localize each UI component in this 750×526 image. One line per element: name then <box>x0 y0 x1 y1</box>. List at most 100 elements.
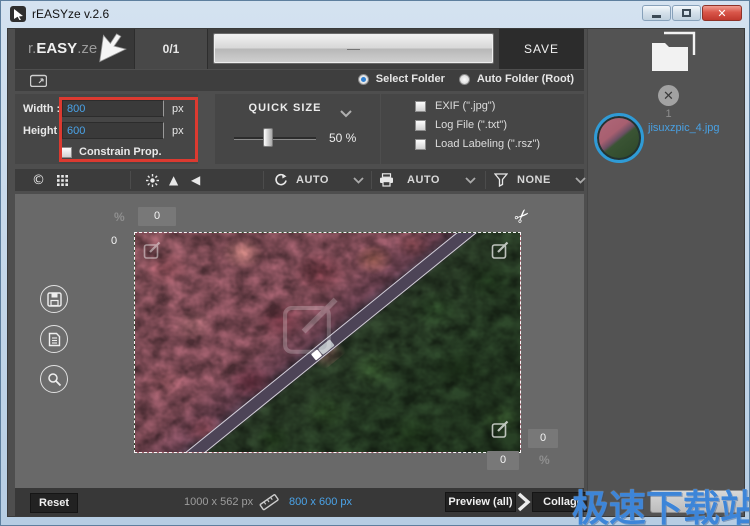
save-single-button[interactable] <box>40 285 68 313</box>
quick-size-dropdown[interactable]: QUICK SIZE <box>215 102 355 114</box>
collage-button[interactable]: Collage <box>532 492 594 512</box>
filter-mode-dropdown[interactable]: NONE <box>517 169 551 191</box>
original-size-label: 1000 x 562 px <box>184 496 253 508</box>
radio-auto-folder[interactable]: Auto Folder (Root) <box>459 73 574 85</box>
ruler-icon <box>258 493 280 516</box>
toolbar-divider <box>263 171 264 189</box>
app-icon <box>10 6 26 22</box>
maximize-icon <box>682 9 691 17</box>
edit-corner-topright-icon[interactable] <box>491 241 510 265</box>
output-button[interactable] <box>379 169 394 191</box>
constrain-checkbox[interactable]: Constrain Prop. <box>61 146 162 158</box>
radio-auto-folder-label: Auto Folder (Root) <box>477 73 574 85</box>
grid-icon <box>57 175 68 186</box>
folder-small-icon[interactable] <box>30 74 47 92</box>
progress-counter: 0/1 <box>134 29 208 69</box>
minimize-button[interactable] <box>642 5 671 21</box>
toolbar-divider <box>130 171 131 189</box>
toolbar-divider <box>371 171 372 189</box>
funnel-icon <box>494 173 508 187</box>
app-window: rEASYze v.2.6 ✕ r.EASY.ze 0/1 — <box>0 0 750 526</box>
output-chevron[interactable] <box>465 169 476 191</box>
title-bar[interactable]: rEASYze v.2.6 ✕ <box>1 1 749 28</box>
image-preview[interactable] <box>134 232 521 453</box>
queue-count: 1 <box>658 108 679 120</box>
obscured-button[interactable] <box>650 490 744 513</box>
radio-select-folder[interactable]: Select Folder <box>358 73 445 85</box>
toolbar-divider <box>485 171 486 189</box>
height-unit: px <box>172 125 184 137</box>
quick-size-slider-handle[interactable] <box>263 128 273 147</box>
chevron-down-icon <box>465 177 476 184</box>
quick-size-panel: QUICK SIZE 50 % <box>215 94 380 164</box>
crop-bottom-value[interactable]: 0 <box>487 451 519 470</box>
options-panel: EXIF (".jpg") Log File (".txt") Load Lab… <box>381 94 584 164</box>
edit-center-icon[interactable] <box>280 295 344 364</box>
height-label: Height : <box>23 125 64 137</box>
close-icon: ✕ <box>717 7 726 20</box>
checkbox-exif[interactable]: EXIF (".jpg") <box>415 100 495 112</box>
chevron-down-icon <box>575 177 586 184</box>
rotate-button[interactable] <box>273 169 287 191</box>
checkbox-load-labeling[interactable]: Load Labeling (".rsz") <box>415 138 540 150</box>
edit-corner-bottomright-icon[interactable] <box>491 420 510 444</box>
edit-corner-topleft-icon[interactable] <box>143 241 162 265</box>
crop-bottom-percent-toggle[interactable]: % <box>539 453 550 467</box>
editor-canvas: % 0 0 ✂ <box>15 194 584 488</box>
copyright-watermark-button[interactable]: © <box>32 169 45 191</box>
rotate-mode-dropdown[interactable]: AUTO <box>296 169 329 191</box>
triangle-left-icon: ◀ <box>191 173 200 187</box>
image-thumbnail[interactable] <box>594 113 644 163</box>
filter-chevron[interactable] <box>575 169 586 191</box>
reset-button[interactable]: Reset <box>30 493 78 513</box>
scissors-icon[interactable]: ✂ <box>510 204 536 230</box>
window-title: rEASYze v.2.6 <box>32 7 109 21</box>
width-label: Width : <box>23 103 60 115</box>
save-button[interactable]: SAVE <box>499 29 584 69</box>
resized-size-label: 800 x 600 px <box>289 496 352 508</box>
close-button[interactable]: ✕ <box>702 5 742 21</box>
chevron-down-icon <box>353 177 364 184</box>
checkbox-logfile-box <box>415 120 426 131</box>
quick-size-slider-track[interactable] <box>234 137 316 140</box>
copyright-icon: © <box>32 173 45 188</box>
rotate-chevron[interactable] <box>353 169 364 191</box>
crop-right-value[interactable]: 0 <box>528 429 558 448</box>
grid-button[interactable] <box>57 169 68 191</box>
crop-top-percent-toggle[interactable]: % <box>114 210 125 224</box>
zoom-button[interactable] <box>40 365 68 393</box>
preview-all-button[interactable]: Preview (all) <box>445 492 516 512</box>
height-input[interactable] <box>62 122 164 139</box>
size-panel: Width : px Height : px Constrain Prop. <box>15 94 198 164</box>
status-bar: Reset 1000 x 562 px 800 x 600 px Preview… <box>15 488 584 516</box>
crop-top-value[interactable]: 0 <box>138 207 176 226</box>
minimize-icon <box>652 15 661 18</box>
output-mode-dropdown[interactable]: AUTO <box>407 169 440 191</box>
triangle-up-icon: ▲ <box>169 173 178 187</box>
app-content: r.EASY.ze 0/1 — SAVE <box>7 28 745 517</box>
brightness-button[interactable] <box>146 169 159 191</box>
radio-select-folder-label: Select Folder <box>376 73 445 85</box>
chevron-down-icon[interactable] <box>340 105 352 123</box>
floppy-disk-icon <box>47 292 62 307</box>
crop-left-value[interactable]: 0 <box>105 232 123 251</box>
checkbox-exif-box <box>415 101 426 112</box>
file-queue-panel: ✕ 1 jisuxzpic_4.jpg <box>587 29 745 517</box>
flip-vertical-button[interactable]: ▲ <box>169 169 178 191</box>
folder-large-icon <box>650 31 698 77</box>
flip-horizontal-button[interactable]: ◀ <box>191 169 200 191</box>
brightness-icon <box>146 174 159 187</box>
maximize-button[interactable] <box>672 5 701 21</box>
rotate-icon <box>273 173 287 187</box>
clear-queue-button[interactable]: ✕ <box>658 85 679 106</box>
x-circle-icon: ✕ <box>663 88 674 103</box>
add-folder-button[interactable] <box>650 31 698 82</box>
chevron-right-icon <box>516 492 531 517</box>
checkbox-logfile[interactable]: Log File (".txt") <box>415 119 507 131</box>
progress-bar: — <box>214 34 493 63</box>
filter-button[interactable] <box>494 169 508 191</box>
folder-row: Select Folder Auto Folder (Root) <box>15 70 584 91</box>
radio-auto-folder-dot <box>459 74 470 85</box>
file-info-button[interactable] <box>40 325 68 353</box>
width-input[interactable] <box>62 100 164 117</box>
